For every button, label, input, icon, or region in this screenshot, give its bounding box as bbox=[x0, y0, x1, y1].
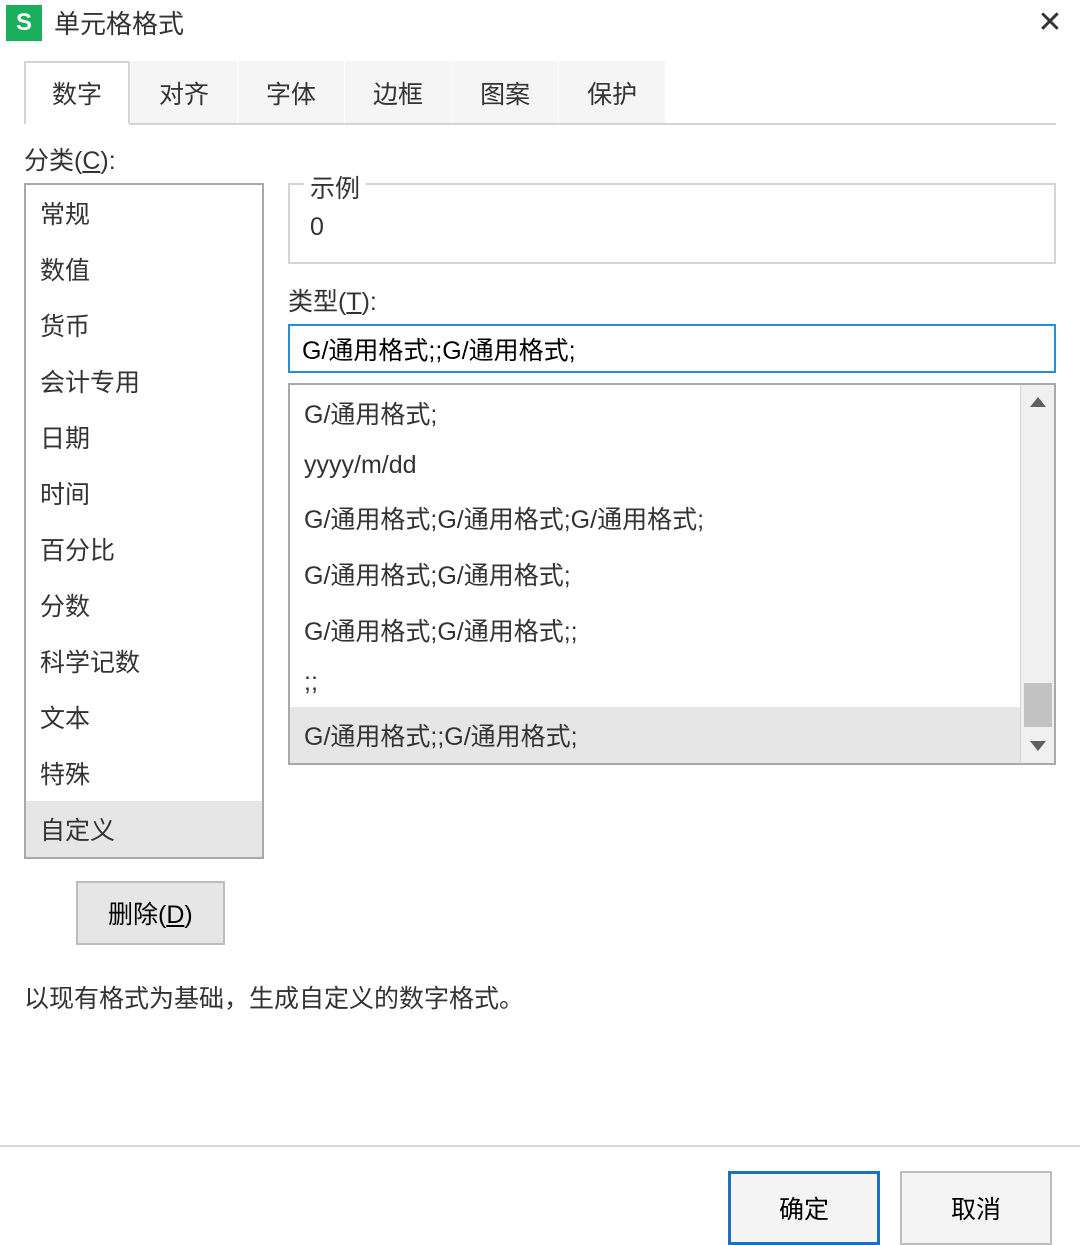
close-icon[interactable]: ✕ bbox=[1030, 5, 1070, 40]
example-group: 示例 0 bbox=[288, 183, 1056, 264]
example-value: 0 bbox=[310, 213, 1034, 242]
tab-border[interactable]: 边框 bbox=[345, 61, 451, 123]
category-item-time[interactable]: 时间 bbox=[26, 465, 262, 521]
title-bar: S 单元格格式 ✕ bbox=[0, 0, 1080, 51]
type-item[interactable]: ;; bbox=[290, 658, 1020, 707]
category-item-special[interactable]: 特殊 bbox=[26, 745, 262, 801]
category-label: 分类(C): bbox=[24, 141, 1056, 177]
category-item-general[interactable]: 常规 bbox=[26, 185, 262, 241]
hint-text: 以现有格式为基础，生成自定义的数字格式。 bbox=[24, 979, 1056, 1015]
type-list-scrollbar[interactable] bbox=[1020, 385, 1054, 763]
type-item[interactable]: G/通用格式;;G/通用格式; bbox=[290, 707, 1020, 763]
dialog-content: 数字 对齐 字体 边框 图案 保护 分类(C): 常规 数值 货币 会计专用 日… bbox=[0, 51, 1080, 1035]
type-list: G/通用格式; yyyy/m/dd G/通用格式;G/通用格式;G/通用格式; … bbox=[288, 383, 1056, 765]
category-list[interactable]: 常规 数值 货币 会计专用 日期 时间 百分比 分数 科学记数 文本 特殊 自定… bbox=[24, 183, 264, 859]
category-item-fraction[interactable]: 分数 bbox=[26, 577, 262, 633]
tab-pattern[interactable]: 图案 bbox=[452, 61, 558, 123]
type-item[interactable]: yyyy/m/dd bbox=[290, 441, 1020, 490]
window-title: 单元格格式 bbox=[54, 4, 1030, 41]
app-icon: S bbox=[6, 5, 42, 41]
tab-number[interactable]: 数字 bbox=[24, 61, 130, 125]
type-item[interactable]: G/通用格式;G/通用格式;; bbox=[290, 602, 1020, 658]
category-item-date[interactable]: 日期 bbox=[26, 409, 262, 465]
type-label: 类型(T): bbox=[288, 282, 1056, 318]
tab-font[interactable]: 字体 bbox=[238, 61, 344, 123]
dialog-button-bar: 确定 取消 bbox=[0, 1145, 1080, 1245]
type-input[interactable] bbox=[288, 324, 1056, 373]
scroll-down-icon[interactable] bbox=[1021, 729, 1054, 763]
tab-protect[interactable]: 保护 bbox=[559, 61, 665, 123]
category-item-percent[interactable]: 百分比 bbox=[26, 521, 262, 577]
category-item-scientific[interactable]: 科学记数 bbox=[26, 633, 262, 689]
tab-align[interactable]: 对齐 bbox=[131, 61, 237, 123]
scroll-up-icon[interactable] bbox=[1021, 385, 1054, 419]
category-item-text[interactable]: 文本 bbox=[26, 689, 262, 745]
type-item[interactable]: G/通用格式;G/通用格式; bbox=[290, 546, 1020, 602]
category-item-custom[interactable]: 自定义 bbox=[26, 801, 262, 857]
category-item-currency[interactable]: 货币 bbox=[26, 297, 262, 353]
tab-strip: 数字 对齐 字体 边框 图案 保护 bbox=[24, 61, 1056, 125]
type-item[interactable]: G/通用格式;G/通用格式;G/通用格式; bbox=[290, 490, 1020, 546]
type-item[interactable]: G/通用格式; bbox=[290, 385, 1020, 441]
example-legend: 示例 bbox=[304, 169, 366, 205]
category-item-number[interactable]: 数值 bbox=[26, 241, 262, 297]
delete-button[interactable]: 删除(D) bbox=[76, 881, 225, 945]
scroll-thumb[interactable] bbox=[1024, 683, 1052, 727]
category-item-accounting[interactable]: 会计专用 bbox=[26, 353, 262, 409]
